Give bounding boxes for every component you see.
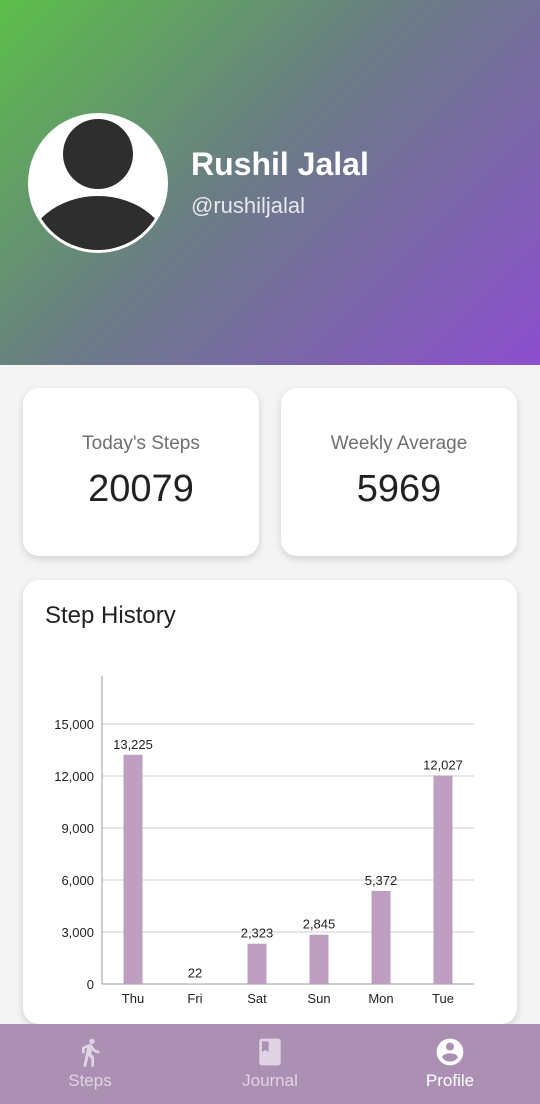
nav-label-steps: Steps [68, 1071, 112, 1090]
profile-header: Rushil Jalal @rushiljalal [0, 0, 540, 365]
account-circle-icon [436, 1038, 464, 1066]
avatar [28, 113, 168, 253]
weekly-average-label: Weekly Average [330, 433, 468, 454]
chart-bar [309, 934, 329, 984]
chart-bar [433, 775, 453, 984]
nav-item-profile[interactable]: Profile [390, 1024, 510, 1104]
y-tick-label: 0 [87, 977, 94, 992]
bottom-nav: Steps Journal Profile [0, 1024, 540, 1104]
nav-label-profile: Profile [425, 1071, 475, 1090]
walking-icon [82, 1038, 100, 1067]
nav-item-steps[interactable]: Steps [30, 1024, 150, 1104]
y-tick-label: 12,000 [54, 769, 94, 784]
bar-value-label: 13,225 [113, 737, 153, 752]
chart-bar [371, 890, 391, 984]
default-avatar-icon [31, 116, 165, 250]
todays-steps-label: Today's Steps [82, 433, 200, 454]
profile-handle: @rushiljalal [191, 193, 306, 218]
x-tick-label: Thu [122, 991, 144, 1006]
todays-steps-card: Today's Steps 20079 [23, 388, 259, 556]
chart-bar [123, 754, 143, 984]
nav-item-journal[interactable]: Journal [210, 1024, 330, 1104]
weekly-average-card: Weekly Average 5969 [281, 388, 517, 556]
bar-value-label: 2,323 [241, 926, 274, 941]
chart-bar [247, 943, 267, 984]
nav-label-journal: Journal [242, 1071, 298, 1090]
bar-value-label: 12,027 [423, 758, 463, 773]
y-tick-label: 6,000 [61, 873, 94, 888]
y-tick-label: 9,000 [61, 821, 94, 836]
weekly-average-value: 5969 [356, 468, 442, 510]
book-icon [259, 1038, 281, 1066]
profile-name: Rushil Jalal [191, 146, 369, 182]
step-history-chart: 0 3,000 6,000 9,000 12,000 15,000 13,225 Thu 22 F… [54, 676, 474, 1006]
x-tick-label: Sun [307, 991, 330, 1006]
bar-value-label: 2,845 [303, 917, 336, 932]
bar-value-label: 5,372 [365, 873, 398, 888]
x-tick-label: Fri [187, 991, 202, 1006]
bar-value-label: 22 [188, 966, 202, 981]
y-tick-label: 3,000 [61, 925, 94, 940]
step-history-card: Step History 0 3,000 6,000 9,000 12,000 15,00… [23, 580, 517, 1024]
x-tick-label: Tue [432, 991, 454, 1006]
todays-steps-value: 20079 [88, 468, 194, 510]
x-tick-label: Mon [368, 991, 393, 1006]
y-tick-label: 15,000 [54, 717, 94, 732]
x-tick-label: Sat [247, 991, 267, 1006]
